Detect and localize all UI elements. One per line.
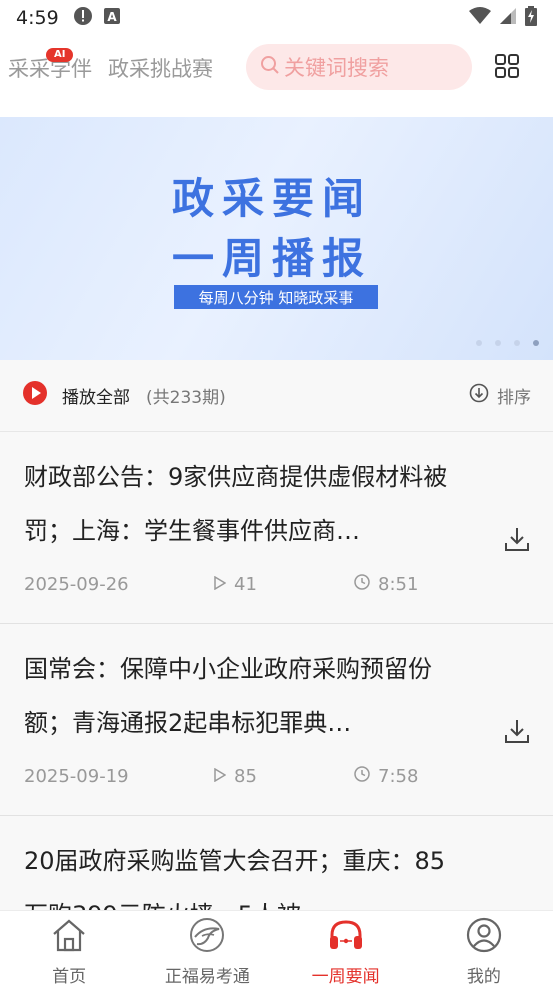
keyboard-a-icon: A <box>103 7 121 30</box>
tab-weekly-news[interactable]: 一周要闻 <box>277 911 415 984</box>
sort-down-icon <box>469 383 489 408</box>
playlist-header: 播放全部 (共233期) 排序 <box>0 360 553 432</box>
bottom-tab-bar: 首页 正福易考通 一周要闻 我的 <box>0 910 553 984</box>
play-triangle-icon <box>214 766 227 787</box>
svg-text:A: A <box>107 10 117 24</box>
play-count: 85 <box>214 766 354 787</box>
grid-icon[interactable] <box>494 53 520 83</box>
carousel-dot-active <box>533 340 539 346</box>
bird-logo-icon <box>188 917 226 958</box>
top-nav: 采采学伴 AI 政采挑战赛 关键词搜索 <box>0 40 553 96</box>
play-count: 41 <box>214 574 354 595</box>
play-all-button[interactable]: 播放全部 <box>62 383 130 408</box>
episode-meta: 2025-09-19 85 7:58 <box>24 766 444 787</box>
status-bar: 4:59 A <box>0 0 553 36</box>
episode-title: 国常会：保障中小企业政府采购预留份额；青海通报2起串标犯罪典… <box>24 655 432 737</box>
banner-tagline: 每周八分钟 知晓政采事 <box>174 285 378 309</box>
sort-button[interactable]: 排序 <box>469 383 531 408</box>
episode-date: 2025-09-26 <box>24 574 129 595</box>
episode-meta: 2025-09-26 41 8:51 <box>24 574 444 595</box>
banner-title-line2: 一周播报 <box>172 234 373 283</box>
episode-count: (共233期) <box>146 388 226 408</box>
tab-ai-study-companion[interactable]: 采采学伴 AI <box>8 48 92 83</box>
banner-carousel[interactable]: 政采要闻 一周播报 每周八分钟 知晓政采事 <box>0 117 553 360</box>
wifi-icon <box>469 6 491 30</box>
tab-label: 我的 <box>466 967 501 984</box>
tab-label: 一周要闻 <box>311 967 380 984</box>
play-all-icon[interactable] <box>22 380 48 411</box>
headphones-icon <box>327 917 365 958</box>
search-icon <box>260 55 284 80</box>
person-icon <box>465 917 503 958</box>
episode-item[interactable]: 国常会：保障中小企业政府采购预留份额；青海通报2起串标犯罪典… 2025-09-… <box>0 624 553 816</box>
search-placeholder: 关键词搜索 <box>284 56 389 80</box>
carousel-dot <box>476 340 482 346</box>
clock-icon <box>354 766 370 787</box>
tab-home[interactable]: 首页 <box>0 911 138 984</box>
play-count-value: 41 <box>234 574 257 595</box>
tab-label: 正福易考通 <box>164 967 250 984</box>
play-triangle-icon <box>214 574 227 595</box>
duration-value: 7:58 <box>378 766 419 787</box>
episode-duration: 7:58 <box>354 766 418 787</box>
tab-profile[interactable]: 我的 <box>415 911 553 984</box>
sort-label: 排序 <box>497 388 531 408</box>
clock-icon <box>354 574 370 595</box>
play-count-value: 85 <box>234 766 257 787</box>
tab-procurement-challenge[interactable]: 政采挑战赛 <box>108 53 213 83</box>
ai-badge: AI <box>46 48 74 62</box>
download-icon[interactable] <box>503 525 531 557</box>
episode-item[interactable]: 20届政府采购监管大会召开；重庆：85万购399元防火墙，5人被… <box>0 816 553 910</box>
tab-label: 政采挑战赛 <box>108 57 213 81</box>
tab-exam[interactable]: 正福易考通 <box>138 911 276 984</box>
episode-item[interactable]: 财政部公告：9家供应商提供虚假材料被罚；上海：学生餐事件供应商… 2025-09… <box>0 432 553 624</box>
download-icon[interactable] <box>503 717 531 749</box>
banner-title-line1: 政采要闻 <box>172 174 373 223</box>
carousel-dot <box>495 340 501 346</box>
search-input[interactable]: 关键词搜索 <box>246 44 472 90</box>
alert-circle-icon <box>73 6 93 31</box>
home-icon <box>50 917 88 958</box>
carousel-dot <box>514 340 520 346</box>
battery-charging-icon <box>525 5 537 31</box>
carousel-indicator <box>476 340 539 346</box>
episode-title: 财政部公告：9家供应商提供虚假材料被罚；上海：学生餐事件供应商… <box>24 463 448 545</box>
signal-icon <box>499 7 517 30</box>
episode-date: 2025-09-19 <box>24 766 129 787</box>
episode-duration: 8:51 <box>354 574 418 595</box>
status-time: 4:59 <box>16 7 59 29</box>
duration-value: 8:51 <box>378 574 419 595</box>
episode-title: 20届政府采购监管大会召开；重庆：85万购399元防火墙，5人被… <box>24 847 446 910</box>
tab-label: 首页 <box>52 967 87 984</box>
episode-list-area: 播放全部 (共233期) 排序 财政部公告：9家供应商提供虚假材料被罚；上海：学… <box>0 360 553 910</box>
